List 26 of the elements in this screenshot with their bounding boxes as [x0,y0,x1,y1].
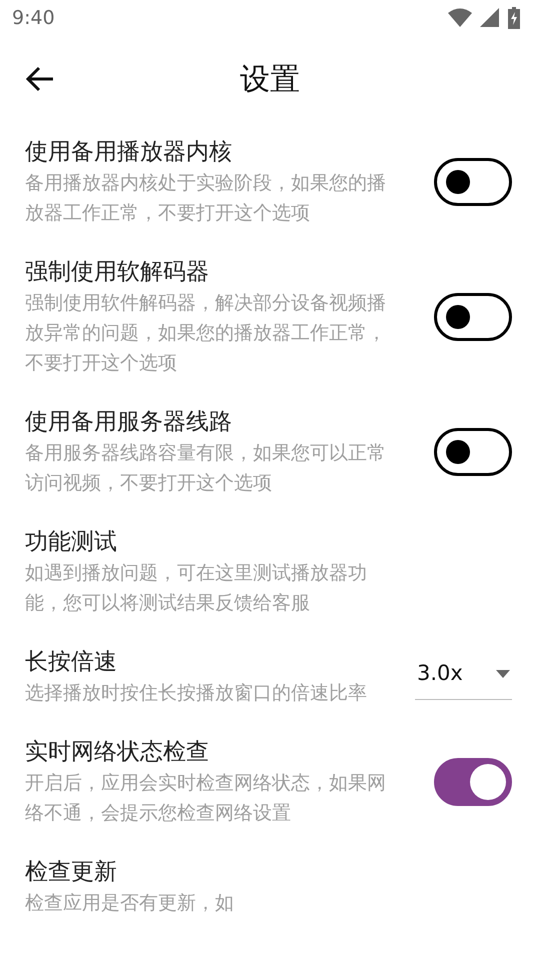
setting-title: 功能测试 [25,528,118,557]
dropdown-caret-icon [496,670,510,678]
setting-title: 长按倍速 [25,648,118,677]
toggle-switch[interactable] [434,758,512,806]
speed-dropdown[interactable]: 3.0x [415,654,512,700]
setting-description: 如遇到播放问题，可在这里测试播放器功能，您可以将测试结果反馈给客服 [25,561,368,616]
setting-description: 选择播放时按住长按播放窗口的倍速比率 [25,681,368,706]
setting-description: 开启后，应用会实时检查网络状态，如果网络不通，会提示您检查网络设置 [25,771,387,826]
setting-description: 检查应用是否有更新，如 [25,891,235,916]
signal-icon [480,8,500,28]
setting-title: 强制使用软解码器 [25,258,210,287]
setting-description: 强制使用软件解码器，解决部分设备视频播放异常的问题，如果您的播放器工作正常，不要打开这个选项 [25,291,387,376]
toggle-switch[interactable] [434,428,512,476]
battery-icon [508,7,520,29]
setting-description: 备用服务器线路容量有限，如果您可以正常访问视频，不要打开这个选项 [25,441,387,496]
setting-title: 使用备用播放器内核 [25,138,233,167]
wifi-icon [448,8,472,28]
toggle-switch[interactable] [434,293,512,341]
toggle-switch[interactable] [434,158,512,206]
status-time: 9:40 [12,6,55,31]
setting-description: 备用播放器内核处于实验阶段，如果您的播放器工作正常，不要打开这个选项 [25,171,387,226]
setting-title: 检查更新 [25,858,118,887]
setting-title: 实时网络状态检查 [25,738,210,767]
page-title: 设置 [240,60,300,98]
back-arrow-icon [26,66,54,92]
setting-title: 使用备用服务器线路 [25,408,233,437]
